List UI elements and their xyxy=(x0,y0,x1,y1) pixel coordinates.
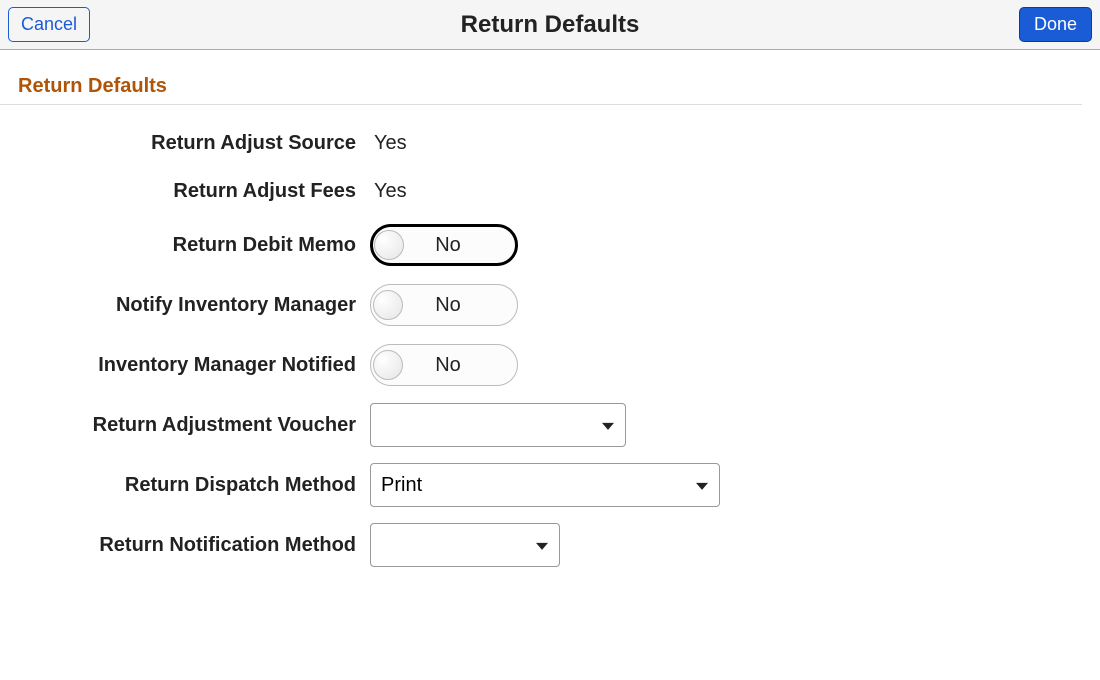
toggle-notify-inventory-manager[interactable]: No xyxy=(370,284,518,326)
label-inventory-manager-notified: Inventory Manager Notified xyxy=(18,354,370,377)
done-button[interactable]: Done xyxy=(1019,7,1092,42)
header-bar: Cancel Return Defaults Done xyxy=(0,0,1100,50)
toggle-knob-icon xyxy=(374,230,404,260)
toggle-text-inventory-manager-notified: No xyxy=(435,354,461,377)
row-return-adjust-source: Return Adjust Source Yes xyxy=(18,119,1082,167)
row-notify-inventory-manager: Notify Inventory Manager No xyxy=(18,275,1082,335)
form-container: Return Adjust Source Yes Return Adjust F… xyxy=(0,119,1100,575)
cancel-button[interactable]: Cancel xyxy=(8,7,90,42)
select-return-dispatch-method[interactable]: Print xyxy=(370,463,720,507)
label-return-debit-memo: Return Debit Memo xyxy=(18,234,370,257)
row-return-debit-memo: Return Debit Memo No xyxy=(18,215,1082,275)
select-return-adjustment-voucher[interactable] xyxy=(370,403,626,447)
toggle-knob-icon xyxy=(373,290,403,320)
value-return-adjust-source: Yes xyxy=(370,132,407,155)
row-return-notification-method: Return Notification Method xyxy=(18,515,1082,575)
value-return-adjust-fees: Yes xyxy=(370,180,407,203)
row-return-adjustment-voucher: Return Adjustment Voucher xyxy=(18,395,1082,455)
row-return-dispatch-method: Return Dispatch Method Print xyxy=(18,455,1082,515)
label-return-adjust-source: Return Adjust Source xyxy=(18,132,370,155)
toggle-return-debit-memo[interactable]: No xyxy=(370,224,518,266)
label-notify-inventory-manager: Notify Inventory Manager xyxy=(18,294,370,317)
toggle-knob-icon xyxy=(373,350,403,380)
toggle-text-return-debit-memo: No xyxy=(435,234,461,257)
label-return-dispatch-method: Return Dispatch Method xyxy=(18,474,370,497)
page-title: Return Defaults xyxy=(461,11,640,39)
row-return-adjust-fees: Return Adjust Fees Yes xyxy=(18,167,1082,215)
toggle-inventory-manager-notified[interactable]: No xyxy=(370,344,518,386)
toggle-text-notify-inventory-manager: No xyxy=(435,294,461,317)
label-return-adjust-fees: Return Adjust Fees xyxy=(18,180,370,203)
label-return-notification-method: Return Notification Method xyxy=(18,534,370,557)
select-return-notification-method[interactable] xyxy=(370,523,560,567)
row-inventory-manager-notified: Inventory Manager Notified No xyxy=(18,335,1082,395)
section-title: Return Defaults xyxy=(0,50,1082,105)
label-return-adjustment-voucher: Return Adjustment Voucher xyxy=(18,414,370,437)
